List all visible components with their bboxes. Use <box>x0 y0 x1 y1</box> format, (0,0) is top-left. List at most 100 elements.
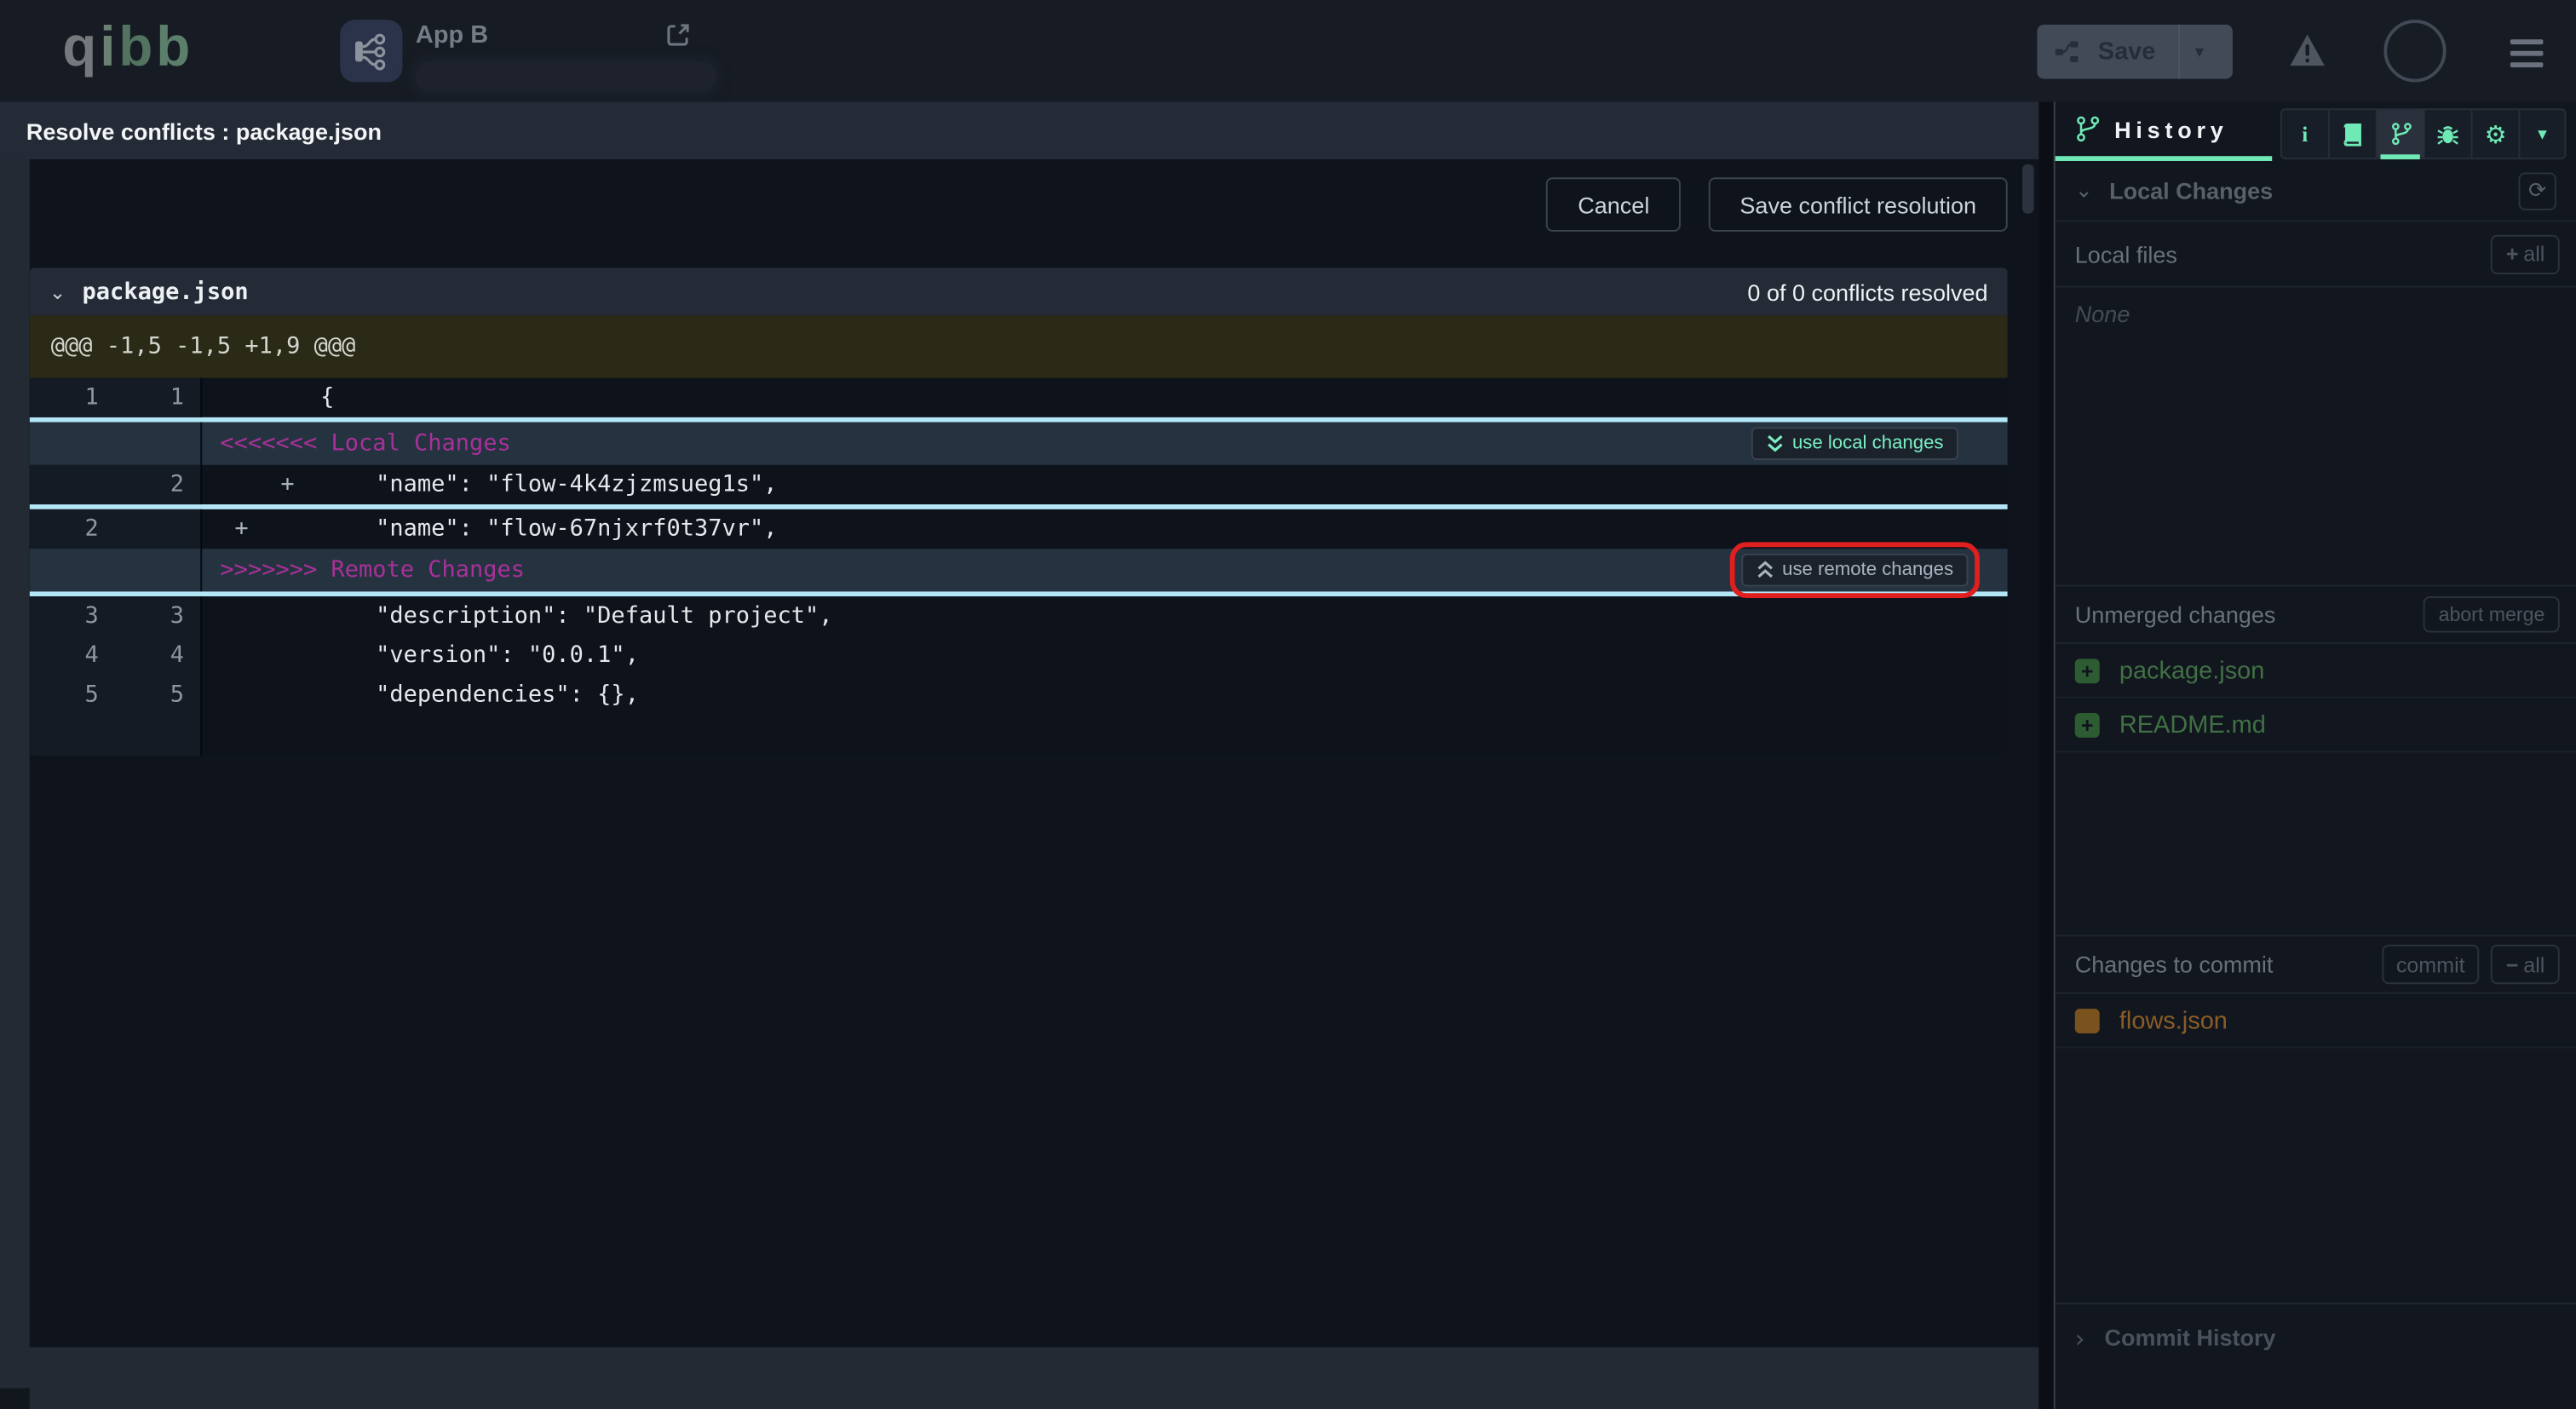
code-text: "name": "flow-4k4zjzmsueg1s", <box>310 471 777 497</box>
unmerged-changes-header: Unmerged changes abort merge <box>2056 585 2576 644</box>
editor-left-edge <box>0 159 30 1409</box>
logo-letter: b <box>156 16 193 78</box>
changes-to-commit-label: Changes to commit <box>2075 952 2274 978</box>
history-sidebar: History i <box>2054 102 2576 1409</box>
editor-corner <box>0 1389 30 1409</box>
diff-line: 5 5 "dependencies": {}, <box>30 676 2008 715</box>
unmerged-label: Unmerged changes <box>2075 601 2276 628</box>
line-number-left: 1 <box>30 378 115 417</box>
sidebar-tabs: i <box>2280 108 2567 159</box>
stage-all-button[interactable]: +all <box>2491 234 2559 273</box>
tab-help[interactable] <box>2330 110 2378 158</box>
external-link-icon[interactable] <box>665 21 692 48</box>
refresh-button[interactable]: ⟳ <box>2518 172 2556 210</box>
local-files-empty: None <box>2056 287 2576 340</box>
code-text: "dependencies": {}, <box>310 681 638 708</box>
resolve-conflicts-title-bar: Resolve conflicts : package.json <box>0 102 2038 159</box>
cancel-button[interactable]: Cancel <box>1547 177 1681 232</box>
diff-file-name: package.json <box>83 279 249 305</box>
unstage-all-button[interactable]: −all <box>2491 945 2559 984</box>
conflict-marker-remote: >>>>>>> Remote Changes use remote change… <box>30 549 2008 591</box>
line-number-left: 2 <box>30 509 115 549</box>
logo-letter: q <box>62 16 100 78</box>
line-number-right: 2 <box>115 465 200 504</box>
app-tile[interactable] <box>340 20 402 82</box>
deploy-icon <box>2054 37 2082 66</box>
logo-letter: i <box>100 16 118 78</box>
sidebar-title-label: History <box>2114 116 2228 142</box>
save-divider <box>2178 25 2180 79</box>
code-text: "name": "flow-67njxrf0t37vr", <box>310 516 777 543</box>
section-commit-history[interactable]: › Commit History <box>2056 1303 2576 1407</box>
double-chevron-up-icon <box>1756 561 1774 580</box>
diff-marker: + <box>218 516 264 543</box>
diff-file-header[interactable]: ⌄ package.json 0 of 0 conflicts resolved <box>30 267 2008 315</box>
abort-merge-button[interactable]: abort merge <box>2424 596 2559 632</box>
git-branch-icon <box>2075 115 2100 143</box>
save-conflict-resolution-button[interactable]: Save conflict resolution <box>1709 177 2008 232</box>
line-number-left: 5 <box>30 676 115 715</box>
section-label: Local Changes <box>2109 177 2273 204</box>
action-bar: Cancel Save conflict resolution <box>0 177 2008 232</box>
local-files-row: Local files +all <box>2056 221 2576 287</box>
file-name: README.md <box>2119 710 2266 739</box>
conflicts-resolved-status: 0 of 0 conflicts resolved <box>1747 279 1987 305</box>
warning-icon[interactable] <box>2288 33 2326 67</box>
app-root: qibb App B <box>0 0 2576 1409</box>
minus-icon: − <box>2506 952 2519 977</box>
git-branch-icon <box>2389 122 2411 147</box>
app-subtitle-redacted <box>416 62 716 90</box>
tab-debug[interactable] <box>2425 110 2473 158</box>
diff-panel: ⌄ package.json 0 of 0 conflicts resolved… <box>30 267 2008 756</box>
save-button-label: Save <box>2098 37 2156 66</box>
hunk-header-text: @@@ -1,5 -1,5 +1,9 @@@ <box>51 333 356 359</box>
diff-line: 3 3 "description": "Default project", <box>30 596 2008 635</box>
changes-to-commit-header: Changes to commit commit −all <box>2056 935 2576 993</box>
save-dropdown-caret[interactable]: ▾ <box>2195 41 2205 62</box>
tab-info[interactable]: i <box>2282 110 2330 158</box>
logo-letter: b <box>118 16 156 78</box>
unmerged-file-row[interactable]: + README.md <box>2056 699 2576 753</box>
tab-more[interactable]: ▾ <box>2520 110 2564 158</box>
chevron-down-icon: ▾ <box>2538 124 2547 145</box>
merge-resolve-main: Cancel Save conflict resolution ⌄ packag… <box>0 159 2038 1409</box>
commit-file-row[interactable]: flows.json <box>2056 994 2576 1049</box>
chevron-right-icon: › <box>2075 1324 2085 1354</box>
collapse-chevron-icon[interactable]: ⌄ <box>49 280 66 303</box>
diff-line: 4 4 "version": "0.0.1", <box>30 635 2008 675</box>
line-number-left: 3 <box>30 596 115 635</box>
use-local-changes-button[interactable]: use local changes <box>1751 427 1958 460</box>
use-remote-changes-button[interactable]: use remote changes <box>1741 554 1969 587</box>
info-icon: i <box>2302 121 2308 147</box>
sidebar-header: History i <box>2056 102 2576 161</box>
user-avatar[interactable] <box>2383 20 2446 82</box>
staged-add-icon: + <box>2075 658 2100 682</box>
menu-icon[interactable] <box>2510 39 2544 73</box>
file-name: flows.json <box>2119 1006 2228 1034</box>
file-name: package.json <box>2119 656 2264 684</box>
line-number-right: 5 <box>115 676 200 715</box>
tab-history[interactable] <box>2378 110 2425 158</box>
diff-line-added-remote: 2 + "name": "flow-67njxrf0t37vr", <box>30 509 2008 549</box>
scrollbar-thumb[interactable] <box>2022 164 2033 214</box>
unmerged-file-row[interactable]: + package.json <box>2056 644 2576 699</box>
staged-add-icon: + <box>2075 712 2100 737</box>
sidebar-title: History <box>2075 102 2228 157</box>
none-label: None <box>2075 301 2130 327</box>
editor-bottom-edge <box>0 1347 2038 1409</box>
use-local-changes-label: use local changes <box>1792 434 1944 453</box>
tab-config[interactable]: ⚙ <box>2472 110 2520 158</box>
save-button[interactable]: Save ▾ <box>2037 25 2233 79</box>
gear-icon: ⚙ <box>2485 119 2507 149</box>
code-text: "description": "Default project", <box>310 603 832 630</box>
local-files-label: Local files <box>2075 241 2177 267</box>
bug-icon <box>2436 123 2459 146</box>
diff-line: 1 1 { <box>30 378 2008 417</box>
section-local-changes[interactable]: ⌄ Local Changes ⟳ <box>2056 161 2576 221</box>
line-number-left: 4 <box>30 635 115 675</box>
sidebar-divider <box>2038 102 2053 1409</box>
line-number-right <box>115 509 200 549</box>
commit-button[interactable]: commit <box>2381 945 2480 984</box>
qibb-logo: qibb <box>62 16 193 80</box>
line-number-right: 3 <box>115 596 200 635</box>
